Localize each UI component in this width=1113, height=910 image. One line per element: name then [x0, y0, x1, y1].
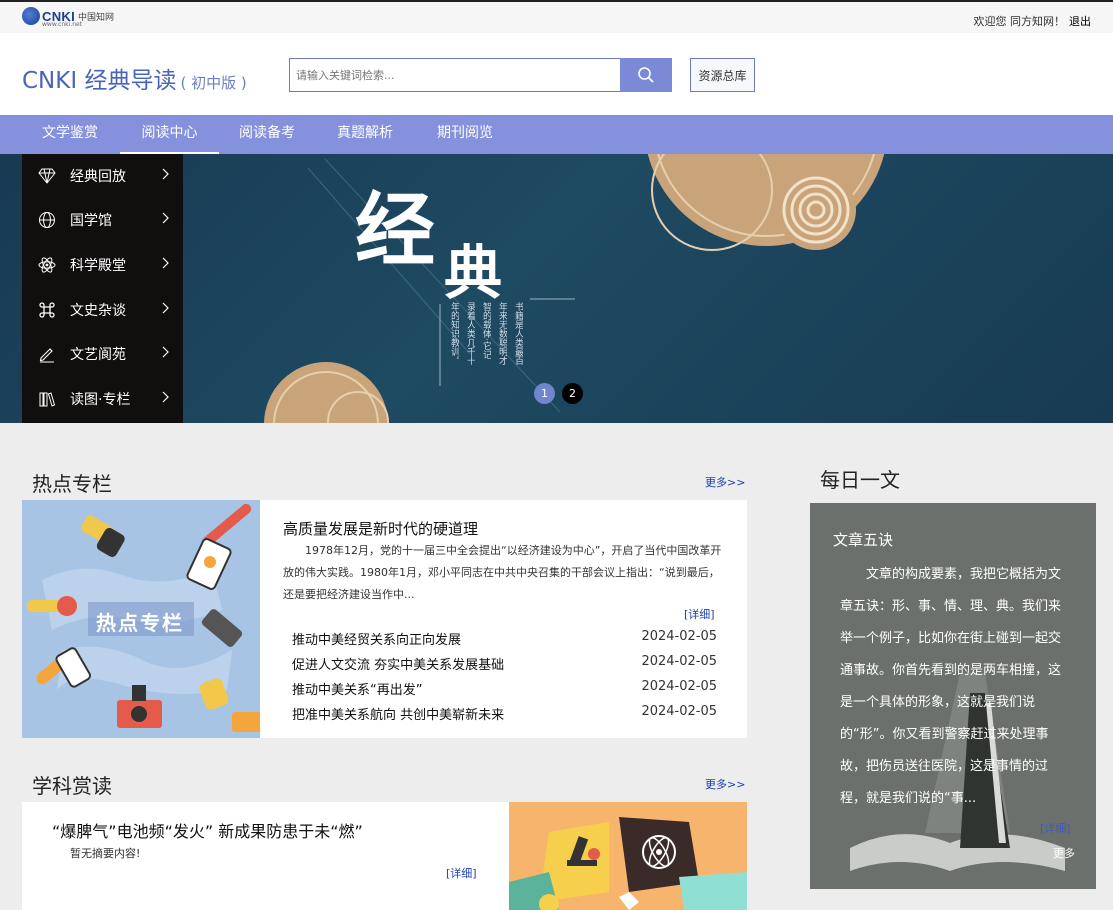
daily-detail-link[interactable]: [详细] — [1040, 820, 1071, 836]
news-title: 推动中美关系“再出发” — [292, 683, 423, 698]
chevron-right-icon — [162, 302, 170, 318]
side-item-label: 科学殿堂 — [70, 258, 126, 274]
news-title: 推动中美经贸关系向正向发展 — [292, 633, 462, 648]
daily-more-link[interactable]: 更多 — [1053, 845, 1075, 861]
hot-cover-image[interactable]: 热点专栏 — [22, 500, 260, 738]
hot-article-title[interactable]: 高质量发展是新时代的硬道理 — [283, 518, 478, 539]
hot-detail-link[interactable]: [详细] — [684, 606, 715, 622]
site-brand[interactable]: CNKI 经典导读( 初中版 ) — [22, 61, 247, 95]
atom-icon — [37, 255, 57, 275]
side-item-science[interactable]: 科学殿堂 — [22, 243, 183, 287]
banner-poem: 书籍是人类最百 年来无数聪明才 智的载体·它记 录着人类几千十 年的知识教训。 — [448, 302, 523, 402]
poem-line: 年的知识教训。 — [449, 302, 459, 365]
search-icon — [638, 67, 654, 83]
hot-cover-caption: 热点专栏 — [96, 611, 184, 635]
globe-icon — [37, 210, 57, 230]
side-item-label: 读图·专栏 — [70, 392, 131, 408]
hot-section-title: 热点专栏 — [32, 472, 112, 496]
carousel-dot-1[interactable]: 1 — [534, 383, 555, 404]
logout-link[interactable]: 退出 — [1069, 15, 1091, 28]
daily-card: 文章五诀 文章的构成要素，我把它概括为文章五诀：形、事、情、理、典。我们来举一个… — [810, 503, 1096, 889]
cnki-logo[interactable]: CNKI 中国知网 www.cnki.net — [22, 7, 114, 28]
nav-item-reading-prep[interactable]: 阅读备考 — [222, 115, 312, 154]
resource-library-button[interactable]: 资源总库 — [690, 58, 755, 92]
news-row[interactable]: 促进人文交流 夯实中美关系发展基础 2024-02-05 — [292, 654, 717, 674]
daily-article-title[interactable]: 文章五诀 — [833, 529, 893, 550]
news-date: 2024-02-05 — [641, 654, 717, 669]
subject-card: “爆脾气”电池频“发火” 新成果防患于未“燃” 暂无摘要内容! [详细] — [22, 802, 747, 910]
side-item-label: 国学馆 — [70, 213, 112, 229]
side-item-label: 文艺阆苑 — [70, 347, 126, 363]
chevron-right-icon — [162, 168, 170, 184]
news-title: 把准中美关系航向 共创中美崭新未来 — [292, 708, 505, 723]
pen-icon — [37, 344, 57, 364]
diamond-icon — [37, 166, 57, 186]
news-date: 2024-02-05 — [641, 679, 717, 694]
top-bar: CNKI 中国知网 www.cnki.net 欢迎您 同方知网！ 退出 — [0, 0, 1113, 33]
side-item-arts-garden[interactable]: 文艺阆苑 — [22, 332, 183, 376]
welcome-text: 欢迎您 同方知网！ — [973, 15, 1066, 28]
poem-line: 录着人类几千十 — [465, 302, 475, 365]
news-title: 促进人文交流 夯实中美关系发展基础 — [292, 658, 505, 673]
cnki-logo-mark-icon — [22, 7, 40, 25]
news-row[interactable]: 推动中美经贸关系向正向发展 2024-02-05 — [292, 629, 717, 649]
banner-title-dian: 典 — [444, 239, 503, 307]
chevron-right-icon — [162, 391, 170, 407]
subject-section-title: 学科赏读 — [32, 774, 112, 798]
news-date: 2024-02-05 — [641, 629, 717, 644]
subject-article-summary: 暂无摘要内容! — [70, 847, 141, 860]
logo-url: www.cnki.net — [42, 21, 83, 28]
side-item-history-talks[interactable]: 文史杂谈 — [22, 288, 183, 332]
poem-line: 书籍是人类最百 — [513, 302, 523, 365]
side-item-label: 文史杂谈 — [70, 303, 126, 319]
search-input[interactable] — [289, 58, 621, 92]
search-button[interactable] — [620, 58, 672, 92]
side-item-label: 经典回放 — [70, 169, 126, 185]
main-nav: 文学鉴赏 阅读中心 阅读备考 真题解析 期刊阅览 — [0, 115, 1113, 154]
header: CNKI 经典导读( 初中版 ) 资源总库 — [0, 33, 1113, 115]
news-date: 2024-02-05 — [641, 704, 717, 719]
nav-item-journals[interactable]: 期刊阅览 — [420, 115, 510, 154]
nav-item-literature[interactable]: 文学鉴赏 — [22, 115, 118, 154]
subject-article-title[interactable]: “爆脾气”电池频“发火” 新成果防患于未“燃” — [52, 818, 363, 842]
hot-more-link[interactable]: 更多>> — [705, 474, 745, 490]
command-icon — [37, 300, 57, 320]
hot-article-summary: 1978年12月，党的十一届三中全会提出“以经济建设为中心”，开启了当代中国改革… — [283, 544, 722, 601]
poem-line: 智的载体·它记 — [481, 302, 491, 359]
news-row[interactable]: 把准中美关系航向 共创中美崭新未来 2024-02-05 — [292, 704, 717, 724]
news-row[interactable]: 推动中美关系“再出发” 2024-02-05 — [292, 679, 717, 699]
side-item-sinology[interactable]: 国学馆 — [22, 198, 183, 242]
side-item-picture-column[interactable]: 读图·专栏 — [22, 377, 183, 421]
carousel-dot-2[interactable]: 2 — [562, 383, 583, 404]
nav-item-exam-analysis[interactable]: 真题解析 — [320, 115, 410, 154]
side-menu: 经典回放 国学馆 科学殿堂 文史杂谈 文艺阆苑 读图·专栏 — [22, 154, 183, 423]
subject-cover-image[interactable] — [509, 802, 747, 910]
daily-section-title: 每日一文 — [820, 468, 900, 492]
brand-title: CNKI 经典导读 — [22, 68, 177, 94]
welcome-area: 欢迎您 同方知网！ 退出 — [974, 13, 1092, 29]
brand-edition: ( 初中版 ) — [180, 74, 247, 92]
books-icon — [37, 389, 57, 409]
poem-line: 年来无数聪明才 — [497, 302, 507, 365]
subject-more-link[interactable]: 更多>> — [705, 776, 745, 792]
logo-cn: 中国知网 — [77, 12, 114, 23]
chevron-right-icon — [162, 346, 170, 362]
banner-carousel[interactable]: 经 典 书籍是人类最百 年来无数聪明才 智的载体·它记 录着人类几千十 年的知识… — [0, 154, 1113, 423]
chevron-right-icon — [162, 257, 170, 273]
nav-item-reading-center[interactable]: 阅读中心 — [120, 115, 219, 154]
chevron-right-icon — [162, 212, 170, 228]
daily-article-text: 文章的构成要素，我把它概括为文章五诀：形、事、情、理、典。我们来举一个例子，比如… — [840, 567, 1062, 806]
side-item-classic-replay[interactable]: 经典回放 — [22, 154, 183, 198]
banner-title-jing: 经 — [355, 183, 435, 277]
subject-detail-link[interactable]: [详细] — [446, 865, 477, 881]
hot-card: 热点专栏 高质量发展是新时代的硬道理 1978年12月，党的十一届三中全会提出“… — [22, 500, 747, 738]
